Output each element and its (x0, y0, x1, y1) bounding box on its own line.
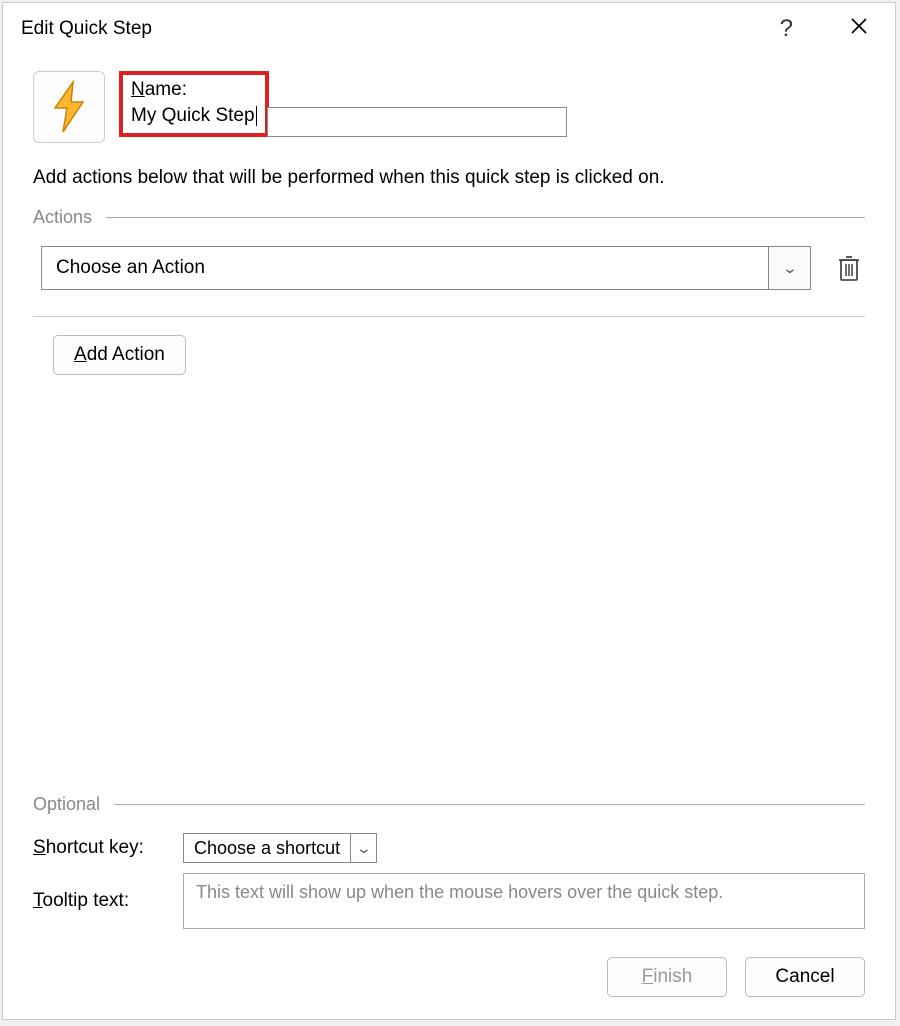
button-bar: Finish Cancel (3, 939, 895, 1019)
chevron-down-icon: ⌄ (781, 260, 797, 277)
name-label: Name: (131, 79, 257, 101)
actions-label: Actions (33, 207, 92, 228)
trash-icon (837, 254, 861, 282)
shortcut-dropdown[interactable]: Choose a shortcut ⌄ (183, 833, 377, 863)
divider-line (114, 804, 865, 805)
tooltip-text-input[interactable]: This text will show up when the mouse ho… (183, 873, 865, 929)
delete-action-button[interactable] (833, 252, 865, 284)
lightning-icon (47, 80, 91, 134)
dialog-title: Edit Quick Step (21, 18, 772, 40)
name-input[interactable]: My Quick Step (131, 103, 257, 128)
close-button[interactable] (841, 16, 877, 42)
actions-section-header: Actions (33, 207, 865, 228)
add-action-button[interactable]: Add Action (53, 335, 186, 375)
optional-section: Optional Shortcut key: Choose a shortcut… (33, 794, 865, 939)
choose-action-text: Choose an Action (42, 257, 768, 279)
header-row: Name: My Quick Step (33, 71, 865, 143)
shortcut-value: Choose a shortcut (184, 838, 350, 859)
dialog-content: Name: My Quick Step Add actions below th… (3, 51, 895, 939)
name-row: Name: My Quick Step (119, 71, 567, 137)
chevron-down-icon: ⌄ (355, 840, 371, 857)
optional-label: Optional (33, 794, 100, 815)
tooltip-row: Tooltip text: This text will show up whe… (33, 873, 865, 929)
name-input-field-extension[interactable] (267, 107, 567, 137)
tooltip-text-label: Tooltip text: (33, 890, 183, 912)
shortcut-dropdown-button[interactable]: ⌄ (350, 834, 376, 862)
action-row: Choose an Action ⌄ (33, 246, 865, 290)
optional-section-header: Optional (33, 794, 865, 815)
help-button[interactable]: ? (772, 15, 801, 43)
titlebar: Edit Quick Step ? (3, 3, 895, 51)
spacer (33, 375, 865, 784)
tooltip-placeholder-text: This text will show up when the mouse ho… (196, 882, 723, 902)
choose-action-dropdown-button[interactable]: ⌄ (768, 247, 810, 289)
edit-quick-step-dialog: Edit Quick Step ? Name: My Quick Step (2, 2, 896, 1020)
actions-divider (33, 316, 865, 317)
choose-action-dropdown[interactable]: Choose an Action ⌄ (41, 246, 811, 290)
divider-line (106, 217, 865, 218)
close-icon (849, 16, 869, 36)
shortcut-key-label: Shortcut key: (33, 837, 183, 859)
name-highlight: Name: My Quick Step (119, 71, 269, 137)
finish-button[interactable]: Finish (607, 957, 727, 997)
add-action-row: Add Action (33, 335, 865, 375)
cancel-button[interactable]: Cancel (745, 957, 865, 997)
quick-step-icon-button[interactable] (33, 71, 105, 143)
shortcut-row: Shortcut key: Choose a shortcut ⌄ (33, 833, 865, 863)
instruction-text: Add actions below that will be performed… (33, 167, 865, 189)
